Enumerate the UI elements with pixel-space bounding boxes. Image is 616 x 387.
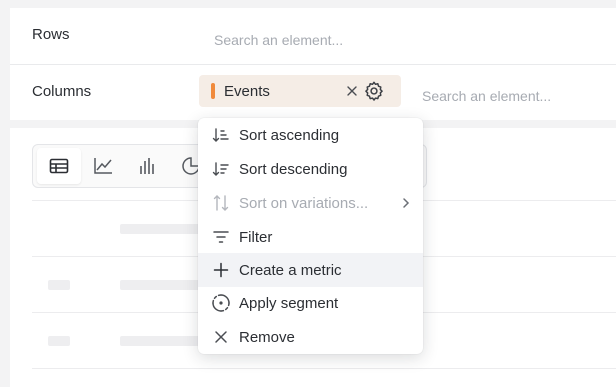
menu-item-sort-ascending[interactable]: Sort ascending — [198, 118, 423, 152]
menu-item-label: Sort ascending — [239, 126, 340, 144]
table-row-divider — [32, 368, 616, 369]
menu-item-label: Sort descending — [239, 160, 348, 178]
sort-variations-icon — [211, 193, 231, 213]
rows-search-input[interactable] — [214, 32, 394, 48]
loading-placeholder — [120, 280, 210, 290]
column-chip-events[interactable]: Events — [199, 75, 401, 107]
sort-ascending-icon — [211, 125, 231, 145]
table-view-button[interactable] — [37, 148, 81, 184]
rows-divider — [10, 64, 616, 65]
close-icon[interactable] — [343, 82, 361, 100]
chip-label: Events — [224, 82, 270, 100]
menu-item-sort-variations[interactable]: Sort on variations... — [198, 186, 423, 220]
close-icon — [211, 327, 231, 347]
segment-icon — [211, 293, 231, 313]
menu-item-remove[interactable]: Remove — [198, 320, 423, 354]
sort-descending-icon — [211, 159, 231, 179]
columns-label: Columns — [32, 83, 92, 100]
menu-item-apply-segment[interactable]: Apply segment — [198, 286, 423, 320]
menu-item-label: Apply segment — [239, 294, 339, 312]
menu-item-filter[interactable]: Filter — [198, 220, 423, 254]
dimensions-config-panel: Rows Columns Events — [10, 8, 616, 120]
columns-search-input[interactable] — [422, 88, 602, 104]
rows-label: Rows — [32, 26, 70, 43]
loading-placeholder — [120, 224, 210, 234]
menu-item-sort-descending[interactable]: Sort descending — [198, 152, 423, 186]
plus-icon — [211, 260, 231, 280]
filter-icon — [211, 227, 231, 247]
gear-icon[interactable] — [363, 80, 385, 102]
menu-item-label: Remove — [239, 328, 295, 346]
bar-chart-icon — [140, 158, 154, 174]
line-chart-icon — [94, 158, 112, 174]
menu-item-create-metric[interactable]: Create a metric — [198, 253, 423, 287]
chevron-right-icon — [402, 196, 410, 214]
table-icon — [49, 158, 69, 174]
loading-placeholder — [48, 280, 70, 290]
line-chart-view-button[interactable] — [81, 148, 125, 184]
column-context-menu: Sort ascending Sort descending Sort on v… — [198, 118, 423, 354]
loading-placeholder — [120, 336, 210, 346]
bar-chart-view-button[interactable] — [125, 148, 169, 184]
menu-item-label: Filter — [239, 228, 273, 246]
chip-color-marker — [211, 83, 215, 99]
menu-item-label: Sort on variations... — [239, 194, 369, 212]
menu-item-label: Create a metric — [239, 261, 342, 279]
loading-placeholder — [48, 336, 70, 346]
